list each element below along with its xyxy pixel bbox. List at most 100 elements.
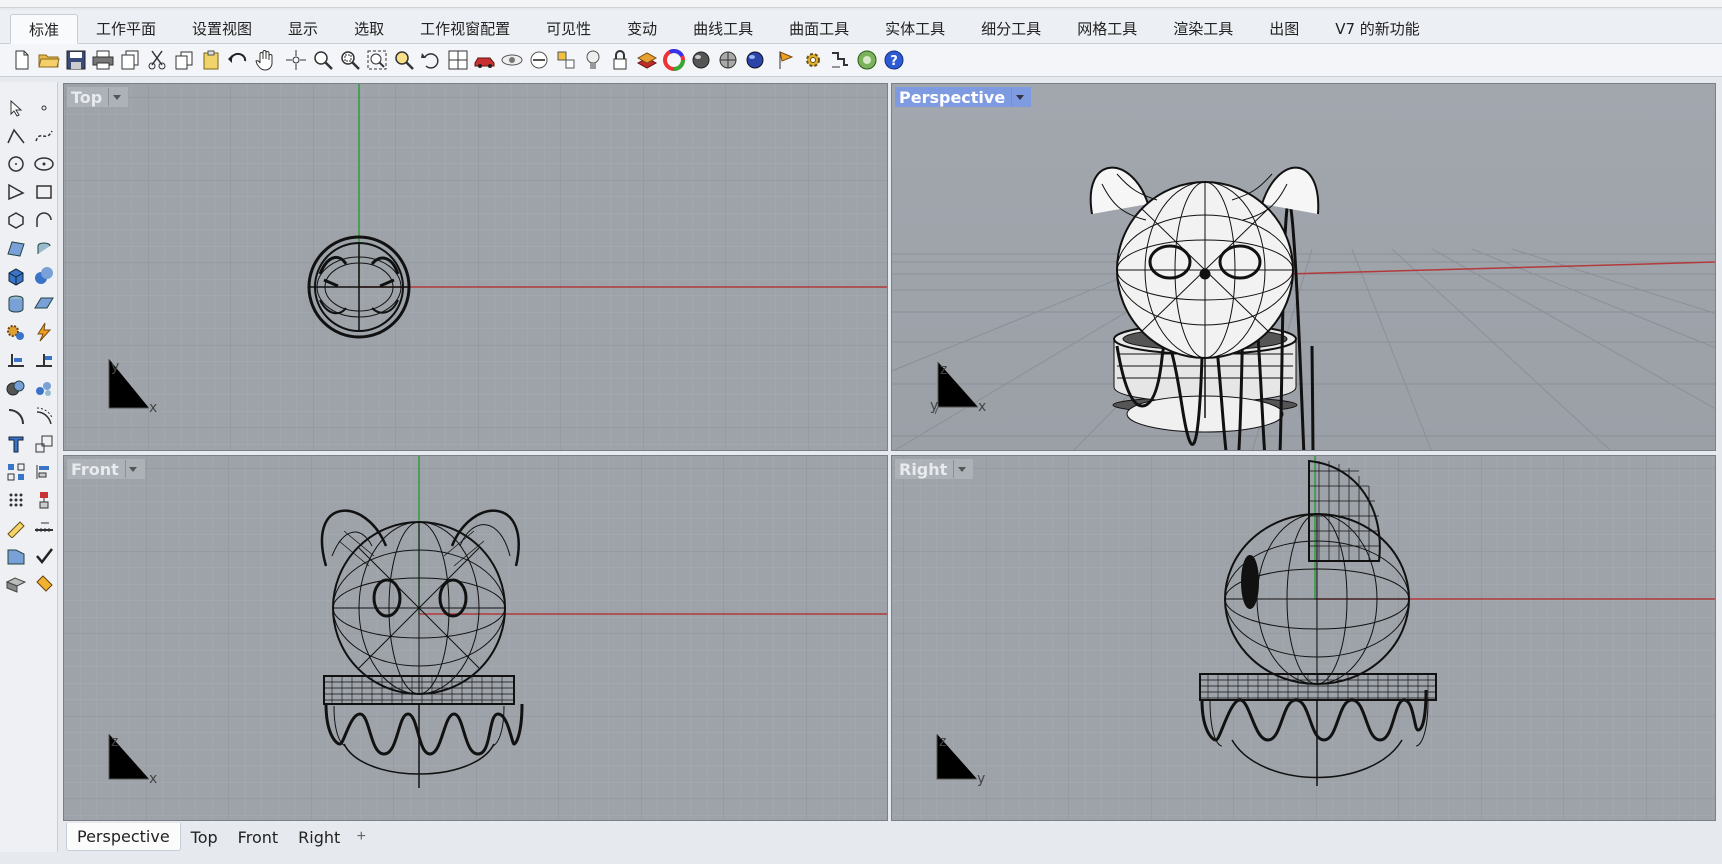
car-object-icon[interactable]	[471, 47, 498, 74]
check-icon[interactable]	[30, 542, 58, 570]
scale-icon[interactable]	[30, 430, 58, 458]
undo-view-icon[interactable]	[417, 47, 444, 74]
offset-icon[interactable]	[30, 402, 58, 430]
chevron-down-icon[interactable]	[1011, 88, 1027, 106]
copy-icon[interactable]	[170, 47, 197, 74]
add-viewport-tab-icon[interactable]: +	[350, 826, 372, 848]
viewport-tab-perspective[interactable]: Perspective	[66, 823, 181, 851]
sphere-group-icon[interactable]	[30, 262, 58, 290]
ruler-icon[interactable]	[30, 514, 58, 542]
viewport-tab-right[interactable]: Right	[288, 823, 350, 851]
select-arrow-icon[interactable]	[2, 94, 30, 122]
chevron-down-icon[interactable]	[108, 88, 124, 106]
polygon-icon[interactable]	[2, 206, 30, 234]
globe-icon[interactable]	[853, 47, 880, 74]
paste-icon[interactable]	[197, 47, 224, 74]
fillet-icon[interactable]	[2, 402, 30, 430]
gear-solid-icon[interactable]	[2, 318, 30, 346]
color-wheel-icon[interactable]	[660, 47, 687, 74]
revolve-icon[interactable]	[30, 234, 58, 262]
undo-icon[interactable]	[224, 47, 251, 74]
cylinder-icon[interactable]	[2, 290, 30, 318]
tab-standard[interactable]: 标准	[10, 14, 79, 44]
triangle-icon[interactable]	[2, 178, 30, 206]
tab-render-tools[interactable]: 渲染工具	[1155, 13, 1251, 43]
open-folder-icon[interactable]	[35, 47, 62, 74]
text-icon[interactable]	[2, 430, 30, 458]
new-file-icon[interactable]	[8, 47, 35, 74]
tab-select[interactable]: 选取	[336, 13, 402, 43]
tab-visibility[interactable]: 可见性	[528, 13, 609, 43]
help-icon[interactable]: ?	[880, 47, 907, 74]
tab-subd-tools[interactable]: 细分工具	[963, 13, 1059, 43]
block-icon[interactable]	[2, 486, 30, 514]
rectangle-icon[interactable]	[30, 178, 58, 206]
four-viewports-icon[interactable]	[444, 47, 471, 74]
grid-snap-icon[interactable]	[2, 514, 30, 542]
layer-icon[interactable]	[633, 47, 660, 74]
viewport-tab-top[interactable]: Top	[181, 823, 228, 851]
box-icon[interactable]	[2, 262, 30, 290]
tab-new-in-v7[interactable]: V7 的新功能	[1317, 13, 1438, 43]
lock-icon[interactable]	[606, 47, 633, 74]
shade-icon[interactable]	[2, 570, 30, 598]
pan-hand-icon[interactable]	[251, 47, 278, 74]
blue-sphere-icon[interactable]	[741, 47, 768, 74]
lightbulb-icon[interactable]	[579, 47, 606, 74]
show-objects-icon[interactable]	[525, 47, 552, 74]
point-icon[interactable]	[30, 94, 58, 122]
chevron-down-icon[interactable]	[953, 460, 969, 478]
zoom-extents-icon[interactable]	[363, 47, 390, 74]
zoom-window-icon[interactable]	[336, 47, 363, 74]
hide-objects-icon[interactable]	[498, 47, 525, 74]
layout-icon[interactable]	[2, 542, 30, 570]
copy-document-icon[interactable]	[116, 47, 143, 74]
perspective-viewport-title[interactable]: Perspective	[895, 87, 1032, 107]
tab-transform[interactable]: 变动	[609, 13, 675, 43]
tab-curve-tools[interactable]: 曲线工具	[675, 13, 771, 43]
split-icon[interactable]	[30, 374, 58, 402]
boolean-icon[interactable]	[2, 374, 30, 402]
tab-set-view[interactable]: 设置视图	[174, 13, 270, 43]
viewport-tab-front[interactable]: Front	[228, 823, 288, 851]
curve-icon[interactable]	[30, 122, 58, 150]
front-viewport-title[interactable]: Front	[67, 459, 145, 479]
array-icon[interactable]	[2, 458, 30, 486]
tab-surface-tools[interactable]: 曲面工具	[771, 13, 867, 43]
tab-mesh-tools[interactable]: 网格工具	[1059, 13, 1155, 43]
arc-icon[interactable]	[30, 206, 58, 234]
measure-icon[interactable]	[30, 486, 58, 514]
plane-icon[interactable]	[30, 290, 58, 318]
lightning-icon[interactable]	[30, 318, 58, 346]
zoom-icon[interactable]	[309, 47, 336, 74]
tab-drafting[interactable]: 出图	[1251, 13, 1317, 43]
viewport-front[interactable]: z x Front	[63, 455, 888, 821]
right-viewport-title[interactable]: Right	[895, 459, 974, 479]
ellipse-icon[interactable]	[30, 150, 58, 178]
gear-icon[interactable]	[799, 47, 826, 74]
viewport-right[interactable]: z y Right	[891, 455, 1716, 821]
tab-display[interactable]: 显示	[270, 13, 336, 43]
print-icon[interactable]	[89, 47, 116, 74]
cut-icon[interactable]	[143, 47, 170, 74]
snap-icon[interactable]	[552, 47, 579, 74]
circle-icon[interactable]	[2, 150, 30, 178]
tab-viewport-layout[interactable]: 工作视窗配置	[402, 13, 528, 43]
tab-solid-tools[interactable]: 实体工具	[867, 13, 963, 43]
zoom-selected-icon[interactable]	[390, 47, 417, 74]
dimension-icon[interactable]	[826, 47, 853, 74]
surface-icon[interactable]	[2, 234, 30, 262]
align-icon[interactable]	[30, 458, 58, 486]
tab-cplanes[interactable]: 工作平面	[78, 13, 174, 43]
rendered-sphere-icon[interactable]	[714, 47, 741, 74]
viewport-top[interactable]: y x Top	[63, 83, 888, 451]
blend-icon[interactable]	[30, 346, 58, 374]
flag-icon[interactable]	[772, 47, 799, 74]
paint-icon[interactable]	[30, 570, 58, 598]
save-icon[interactable]	[62, 47, 89, 74]
chevron-down-icon[interactable]	[124, 460, 141, 478]
extrude-icon[interactable]	[2, 346, 30, 374]
viewport-perspective[interactable]: z y x Perspective	[891, 83, 1716, 451]
rotate-view-icon[interactable]	[282, 47, 309, 74]
shaded-sphere-icon[interactable]	[687, 47, 714, 74]
